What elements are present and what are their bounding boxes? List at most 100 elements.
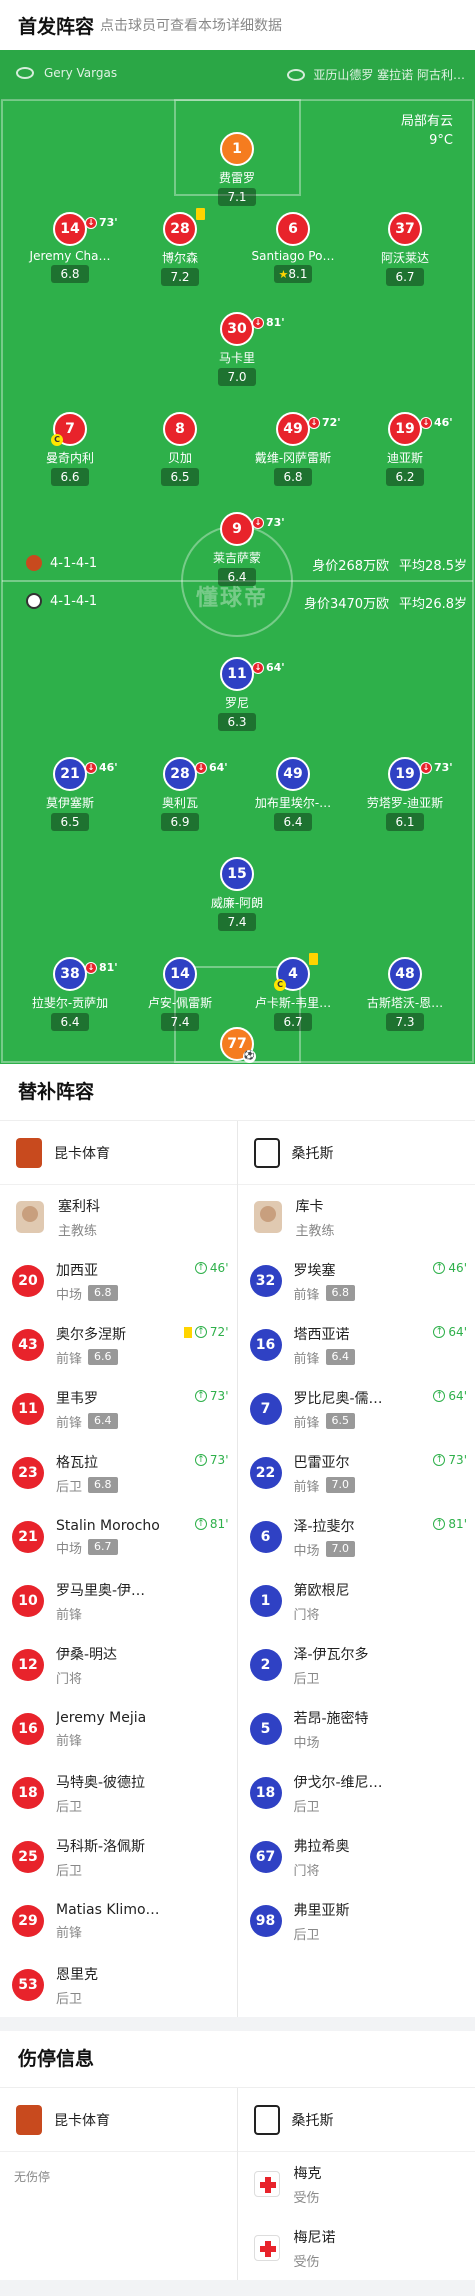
home-injuries: 昆卡体育 无伤停 <box>0 2088 238 2280</box>
player-card[interactable]: 6 Santiago Po… ★8.1 <box>233 212 353 283</box>
player-card[interactable]: 8 贝加 6.5 <box>120 412 240 486</box>
away-team-header[interactable]: 桑托斯 <box>237 2088 475 2152</box>
away-logo-icon <box>253 2104 280 2135</box>
player-number: 30 ↓ 81' <box>220 312 285 346</box>
player-number: 6 <box>276 212 310 246</box>
sub-player-row[interactable]: 53 恩里克 后卫 <box>0 1953 237 2017</box>
sub-player-row[interactable]: 10 罗马里奥-伊… 前锋 <box>0 1569 237 1633</box>
player-card[interactable]: 28 博尔森 7.2 <box>120 208 240 286</box>
sub-player-row[interactable]: 21 Stalin Morocho 中场 6.7 ↑ 81' <box>0 1505 237 1569</box>
sub-player-row[interactable]: 20 加西亚 中场 6.8 ↑ 46' <box>0 1249 237 1313</box>
sub-player-row[interactable]: 98 弗里亚斯 后卫 <box>238 1889 475 1953</box>
sub-number: 25 <box>12 1841 44 1873</box>
sub-number: 29 <box>12 1905 44 1937</box>
sub-rating: 6.8 <box>325 1285 356 1301</box>
player-card[interactable]: 19 ↓ 46' 迪亚斯 6.2 <box>345 412 465 486</box>
sub-number: 5 <box>249 1713 282 1745</box>
player-card[interactable]: 38 ↓ 81' 拉斐尔-贡萨加 6.4 <box>10 957 130 1031</box>
player-card[interactable]: 4 C 卢卡斯-韦里… 6.7 <box>233 953 353 1031</box>
weather: 局部有云 9°C <box>401 112 453 150</box>
player-rating: 7.3 <box>386 1013 424 1031</box>
sub-rating: 6.5 <box>325 1413 356 1429</box>
player-name: 拉斐尔-贡萨加 <box>31 996 109 1010</box>
player-card[interactable]: 30 ↓ 81' 马卡里 7.0 <box>177 312 297 386</box>
sub-rating: 6.7 <box>88 1539 118 1555</box>
away-coach: 亚历山德罗 塞拉诺 阿古利… <box>313 68 465 82</box>
sub-player-row[interactable]: 1 第欧根尼 门将 <box>238 1569 475 1633</box>
sub-in-icon: ↑ <box>194 1326 207 1338</box>
sub-name: 罗埃塞 <box>293 1262 336 1279</box>
sub-rating: 6.4 <box>88 1413 118 1429</box>
sub-player-row[interactable]: 23 格瓦拉 后卫 6.8 ↑ 73' <box>0 1441 237 1505</box>
player-number: 1 <box>220 132 254 166</box>
sub-name: 伊戈尔-维尼… <box>293 1774 383 1791</box>
injured-player-row[interactable]: 梅克 受伤 <box>238 2152 475 2216</box>
injured-name: 梅克 <box>293 2165 322 2182</box>
sub-in-time: ↑ 73' <box>433 1453 467 1467</box>
home-team-name: 昆卡体育 <box>54 2112 110 2129</box>
player-rating: 6.5 <box>161 468 199 486</box>
away-coach-row[interactable]: 库卡 主教练 <box>238 1185 475 1249</box>
sub-player-row[interactable]: 5 若昂-施密特 中场 <box>238 1697 475 1761</box>
player-card[interactable]: 7 C 曼奇内利 6.6 <box>10 412 130 486</box>
sub-position: 中场 <box>56 1541 83 1557</box>
player-card[interactable]: 21 ↓ 46' 莫伊塞斯 6.5 <box>10 757 130 831</box>
player-rating: 6.4 <box>51 1013 89 1031</box>
sub-player-row[interactable]: 43 奥尔多涅斯 前锋 6.6 ↑ 72' <box>0 1313 237 1377</box>
player-card[interactable]: 11 ↓ 64' 罗尼 6.3 <box>177 657 297 731</box>
player-rating: 6.8 <box>274 468 312 486</box>
player-name: 莫伊塞斯 <box>45 796 94 810</box>
player-name: 罗尼 <box>224 696 249 710</box>
player-card[interactable]: 48 古斯塔沃-恩… 7.3 <box>345 957 465 1031</box>
away-team-header[interactable]: 桑托斯 <box>237 1121 475 1185</box>
player-name: 劳塔罗-迪亚斯 <box>366 796 444 810</box>
sub-in-time: ↑ 81' <box>433 1517 467 1531</box>
sub-name: 塔西亚诺 <box>293 1326 350 1343</box>
player-rating: 6.3 <box>218 713 256 731</box>
sub-player-row[interactable]: 22 巴雷亚尔 前锋 7.0 ↑ 73' <box>238 1441 475 1505</box>
player-number: 15 <box>220 857 254 891</box>
sub-player-row[interactable]: 16 塔西亚诺 前锋 6.4 ↑ 64' <box>238 1313 475 1377</box>
sub-position: 前锋 <box>56 1925 83 1941</box>
sub-number: 12 <box>12 1649 44 1681</box>
player-rating: 6.7 <box>386 268 424 286</box>
sub-player-row[interactable]: 25 马科斯-洛佩斯 后卫 <box>0 1825 237 1889</box>
sub-player-row[interactable]: 32 罗埃塞 前锋 6.8 ↑ 46' <box>238 1249 475 1313</box>
home-coach-row[interactable]: 塞利科 主教练 <box>0 1185 237 1249</box>
injury-status: 受伤 <box>293 2254 320 2270</box>
weather-text: 局部有云 <box>400 114 453 129</box>
sub-player-row[interactable]: 16 Jeremy Mejia 前锋 <box>0 1697 237 1761</box>
player-card[interactable]: 15 威廉-阿朗 7.4 <box>177 857 297 931</box>
sub-player-row[interactable]: 7 罗比尼奥-儒… 前锋 6.5 ↑ 64' <box>238 1377 475 1441</box>
player-card[interactable]: 49 ↓ 72' 戴维-冈萨雷斯 6.8 <box>233 412 353 486</box>
sub-position: 后卫 <box>293 1927 320 1943</box>
sub-out-icon: ↓ <box>252 317 264 329</box>
home-team-header[interactable]: 昆卡体育 <box>0 2088 237 2152</box>
player-card[interactable]: 9 ↓ 73' 莱吉萨蒙 6.4 <box>177 512 297 586</box>
home-team-header[interactable]: 昆卡体育 <box>0 1121 237 1185</box>
sub-name: 罗比尼奥-儒… <box>293 1390 383 1407</box>
player-card[interactable]: 37 阿沃莱达 6.7 <box>345 212 465 286</box>
player-card[interactable]: 1 费雷罗 7.1 <box>177 132 297 206</box>
player-card[interactable]: 14 卢安-佩雷斯 7.4 <box>120 957 240 1031</box>
sub-player-row[interactable]: 29 Matias Klimo… 前锋 <box>0 1889 237 1953</box>
substitution-time: ↓ 81' <box>85 953 118 983</box>
player-card[interactable]: 77⚽布拉藏6.2 <box>177 1027 297 1064</box>
sub-player-row[interactable]: 11 里韦罗 前锋 6.4 ↑ 73' <box>0 1377 237 1441</box>
sub-player-row[interactable]: 18 马特奥-彼德拉 后卫 <box>0 1761 237 1825</box>
player-card[interactable]: 28 ↓ 64' 奥利瓦 6.9 <box>120 757 240 831</box>
player-name: 曼奇内利 <box>45 451 94 465</box>
injured-player-row[interactable]: 梅尼诺 受伤 <box>238 2216 475 2280</box>
player-card[interactable]: 19 ↓ 73' 劳塔罗-迪亚斯 6.1 <box>345 757 465 831</box>
sub-player-row[interactable]: 6 泽-拉斐尔 中场 7.0 ↑ 81' <box>238 1505 475 1569</box>
player-card[interactable]: 49 加布里埃尔-… 6.4 <box>233 757 353 831</box>
sub-player-row[interactable]: 2 泽-伊瓦尔多 后卫 <box>238 1633 475 1697</box>
sub-number: 67 <box>249 1841 282 1873</box>
coach-role: 主教练 <box>58 1223 98 1239</box>
sub-player-row[interactable]: 18 伊戈尔-维尼… 后卫 <box>238 1761 475 1825</box>
sub-name: Matias Klimo… <box>56 1901 160 1918</box>
player-card[interactable]: 14 ↓ 73' Jeremy Cha… 6.8 <box>10 212 130 283</box>
sub-out-icon: ↓ <box>420 762 432 774</box>
sub-player-row[interactable]: 12 伊桑-明达 门将 <box>0 1633 237 1697</box>
sub-player-row[interactable]: 67 弗拉希奥 门将 <box>238 1825 475 1889</box>
